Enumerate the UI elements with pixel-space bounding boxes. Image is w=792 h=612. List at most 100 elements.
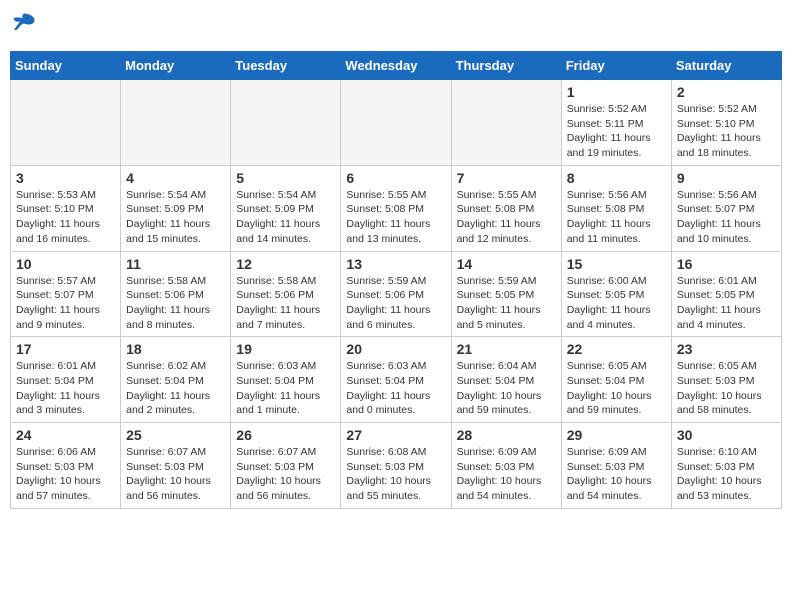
cell-info: Sunrise: 5:58 AM Sunset: 5:06 PM Dayligh… (236, 274, 335, 333)
day-number: 28 (457, 427, 556, 443)
cell-info: Sunrise: 5:56 AM Sunset: 5:08 PM Dayligh… (567, 188, 666, 247)
column-header-tuesday: Tuesday (231, 52, 341, 80)
day-number: 15 (567, 256, 666, 272)
cell-info: Sunrise: 5:55 AM Sunset: 5:08 PM Dayligh… (457, 188, 556, 247)
cell-info: Sunrise: 6:05 AM Sunset: 5:03 PM Dayligh… (677, 359, 776, 418)
cell-info: Sunrise: 6:07 AM Sunset: 5:03 PM Dayligh… (236, 445, 335, 504)
calendar-week-row: 1 Sunrise: 5:52 AM Sunset: 5:11 PM Daylig… (11, 80, 782, 166)
calendar-cell: 6 Sunrise: 5:55 AM Sunset: 5:08 PM Daylig… (341, 165, 451, 251)
day-number: 5 (236, 170, 335, 186)
column-header-friday: Friday (561, 52, 671, 80)
calendar-cell: 8 Sunrise: 5:56 AM Sunset: 5:08 PM Daylig… (561, 165, 671, 251)
day-number: 14 (457, 256, 556, 272)
calendar-cell (231, 80, 341, 166)
cell-info: Sunrise: 5:52 AM Sunset: 5:11 PM Dayligh… (567, 102, 666, 161)
cell-info: Sunrise: 6:03 AM Sunset: 5:04 PM Dayligh… (346, 359, 445, 418)
calendar-cell: 15 Sunrise: 6:00 AM Sunset: 5:05 PM Dayli… (561, 251, 671, 337)
cell-info: Sunrise: 6:01 AM Sunset: 5:05 PM Dayligh… (677, 274, 776, 333)
calendar-cell: 3Sunrise: 5:53 AM Sunset: 5:10 PM Daylig… (11, 165, 121, 251)
cell-info: Sunrise: 6:00 AM Sunset: 5:05 PM Dayligh… (567, 274, 666, 333)
cell-info: Sunrise: 6:09 AM Sunset: 5:03 PM Dayligh… (457, 445, 556, 504)
calendar-cell (121, 80, 231, 166)
day-number: 1 (567, 84, 666, 100)
day-number: 26 (236, 427, 335, 443)
cell-info: Sunrise: 5:56 AM Sunset: 5:07 PM Dayligh… (677, 188, 776, 247)
day-number: 8 (567, 170, 666, 186)
cell-info: Sunrise: 6:08 AM Sunset: 5:03 PM Dayligh… (346, 445, 445, 504)
calendar-cell: 2Sunrise: 5:52 AM Sunset: 5:10 PM Daylig… (671, 80, 781, 166)
calendar-week-row: 24 Sunrise: 6:06 AM Sunset: 5:03 PM Dayli… (11, 423, 782, 509)
calendar-week-row: 17 Sunrise: 6:01 AM Sunset: 5:04 PM Dayli… (11, 337, 782, 423)
calendar-cell: 14 Sunrise: 5:59 AM Sunset: 5:05 PM Dayli… (451, 251, 561, 337)
day-number: 25 (126, 427, 225, 443)
cell-info: Sunrise: 6:09 AM Sunset: 5:03 PM Dayligh… (567, 445, 666, 504)
cell-info: Sunrise: 6:01 AM Sunset: 5:04 PM Dayligh… (16, 359, 115, 418)
calendar-header-row: SundayMondayTuesdayWednesdayThursdayFrid… (11, 52, 782, 80)
day-number: 20 (346, 341, 445, 357)
page-header (10, 10, 782, 43)
day-number: 21 (457, 341, 556, 357)
calendar-cell: 30Sunrise: 6:10 AM Sunset: 5:03 PM Dayli… (671, 423, 781, 509)
column-header-saturday: Saturday (671, 52, 781, 80)
logo (10, 10, 42, 43)
cell-info: Sunrise: 6:10 AM Sunset: 5:03 PM Dayligh… (677, 445, 776, 504)
day-number: 10 (16, 256, 115, 272)
cell-info: Sunrise: 5:54 AM Sunset: 5:09 PM Dayligh… (126, 188, 225, 247)
cell-info: Sunrise: 5:55 AM Sunset: 5:08 PM Dayligh… (346, 188, 445, 247)
calendar-cell: 19 Sunrise: 6:03 AM Sunset: 5:04 PM Dayli… (231, 337, 341, 423)
cell-info: Sunrise: 5:52 AM Sunset: 5:10 PM Dayligh… (677, 102, 776, 161)
calendar-cell: 24 Sunrise: 6:06 AM Sunset: 5:03 PM Dayli… (11, 423, 121, 509)
day-number: 23 (677, 341, 776, 357)
column-header-wednesday: Wednesday (341, 52, 451, 80)
calendar-cell: 18Sunrise: 6:02 AM Sunset: 5:04 PM Dayli… (121, 337, 231, 423)
calendar-cell: 10 Sunrise: 5:57 AM Sunset: 5:07 PM Dayli… (11, 251, 121, 337)
column-header-thursday: Thursday (451, 52, 561, 80)
cell-info: Sunrise: 6:05 AM Sunset: 5:04 PM Dayligh… (567, 359, 666, 418)
calendar-cell: 20 Sunrise: 6:03 AM Sunset: 5:04 PM Dayli… (341, 337, 451, 423)
calendar-cell: 22 Sunrise: 6:05 AM Sunset: 5:04 PM Dayli… (561, 337, 671, 423)
calendar-table: SundayMondayTuesdayWednesdayThursdayFrid… (10, 51, 782, 509)
calendar-week-row: 3Sunrise: 5:53 AM Sunset: 5:10 PM Daylig… (11, 165, 782, 251)
day-number: 6 (346, 170, 445, 186)
column-header-sunday: Sunday (11, 52, 121, 80)
cell-info: Sunrise: 6:06 AM Sunset: 5:03 PM Dayligh… (16, 445, 115, 504)
column-header-monday: Monday (121, 52, 231, 80)
cell-info: Sunrise: 6:02 AM Sunset: 5:04 PM Dayligh… (126, 359, 225, 418)
calendar-cell (11, 80, 121, 166)
day-number: 22 (567, 341, 666, 357)
calendar-cell: 25 Sunrise: 6:07 AM Sunset: 5:03 PM Dayli… (121, 423, 231, 509)
calendar-cell: 27 Sunrise: 6:08 AM Sunset: 5:03 PM Dayli… (341, 423, 451, 509)
cell-info: Sunrise: 5:54 AM Sunset: 5:09 PM Dayligh… (236, 188, 335, 247)
day-number: 7 (457, 170, 556, 186)
calendar-cell: 23 Sunrise: 6:05 AM Sunset: 5:03 PM Dayli… (671, 337, 781, 423)
cell-info: Sunrise: 5:57 AM Sunset: 5:07 PM Dayligh… (16, 274, 115, 333)
cell-info: Sunrise: 6:04 AM Sunset: 5:04 PM Dayligh… (457, 359, 556, 418)
day-number: 12 (236, 256, 335, 272)
day-number: 19 (236, 341, 335, 357)
calendar-cell: 5 Sunrise: 5:54 AM Sunset: 5:09 PM Daylig… (231, 165, 341, 251)
calendar-cell: 13 Sunrise: 5:59 AM Sunset: 5:06 PM Dayli… (341, 251, 451, 337)
calendar-cell: 9 Sunrise: 5:56 AM Sunset: 5:07 PM Daylig… (671, 165, 781, 251)
calendar-cell: 29 Sunrise: 6:09 AM Sunset: 5:03 PM Dayli… (561, 423, 671, 509)
calendar-cell: 21 Sunrise: 6:04 AM Sunset: 5:04 PM Dayli… (451, 337, 561, 423)
day-number: 3 (16, 170, 115, 186)
cell-info: Sunrise: 5:58 AM Sunset: 5:06 PM Dayligh… (126, 274, 225, 333)
day-number: 24 (16, 427, 115, 443)
day-number: 9 (677, 170, 776, 186)
cell-info: Sunrise: 6:07 AM Sunset: 5:03 PM Dayligh… (126, 445, 225, 504)
cell-info: Sunrise: 5:59 AM Sunset: 5:06 PM Dayligh… (346, 274, 445, 333)
logo-bird-icon (10, 10, 38, 38)
day-number: 29 (567, 427, 666, 443)
calendar-cell: 12 Sunrise: 5:58 AM Sunset: 5:06 PM Dayli… (231, 251, 341, 337)
calendar-cell: 16 Sunrise: 6:01 AM Sunset: 5:05 PM Dayli… (671, 251, 781, 337)
cell-info: Sunrise: 6:03 AM Sunset: 5:04 PM Dayligh… (236, 359, 335, 418)
calendar-cell: 1 Sunrise: 5:52 AM Sunset: 5:11 PM Daylig… (561, 80, 671, 166)
cell-info: Sunrise: 5:59 AM Sunset: 5:05 PM Dayligh… (457, 274, 556, 333)
day-number: 17 (16, 341, 115, 357)
day-number: 13 (346, 256, 445, 272)
calendar-cell: 26 Sunrise: 6:07 AM Sunset: 5:03 PM Dayli… (231, 423, 341, 509)
day-number: 27 (346, 427, 445, 443)
calendar-cell: 28 Sunrise: 6:09 AM Sunset: 5:03 PM Dayli… (451, 423, 561, 509)
day-number: 16 (677, 256, 776, 272)
calendar-cell: 7 Sunrise: 5:55 AM Sunset: 5:08 PM Daylig… (451, 165, 561, 251)
